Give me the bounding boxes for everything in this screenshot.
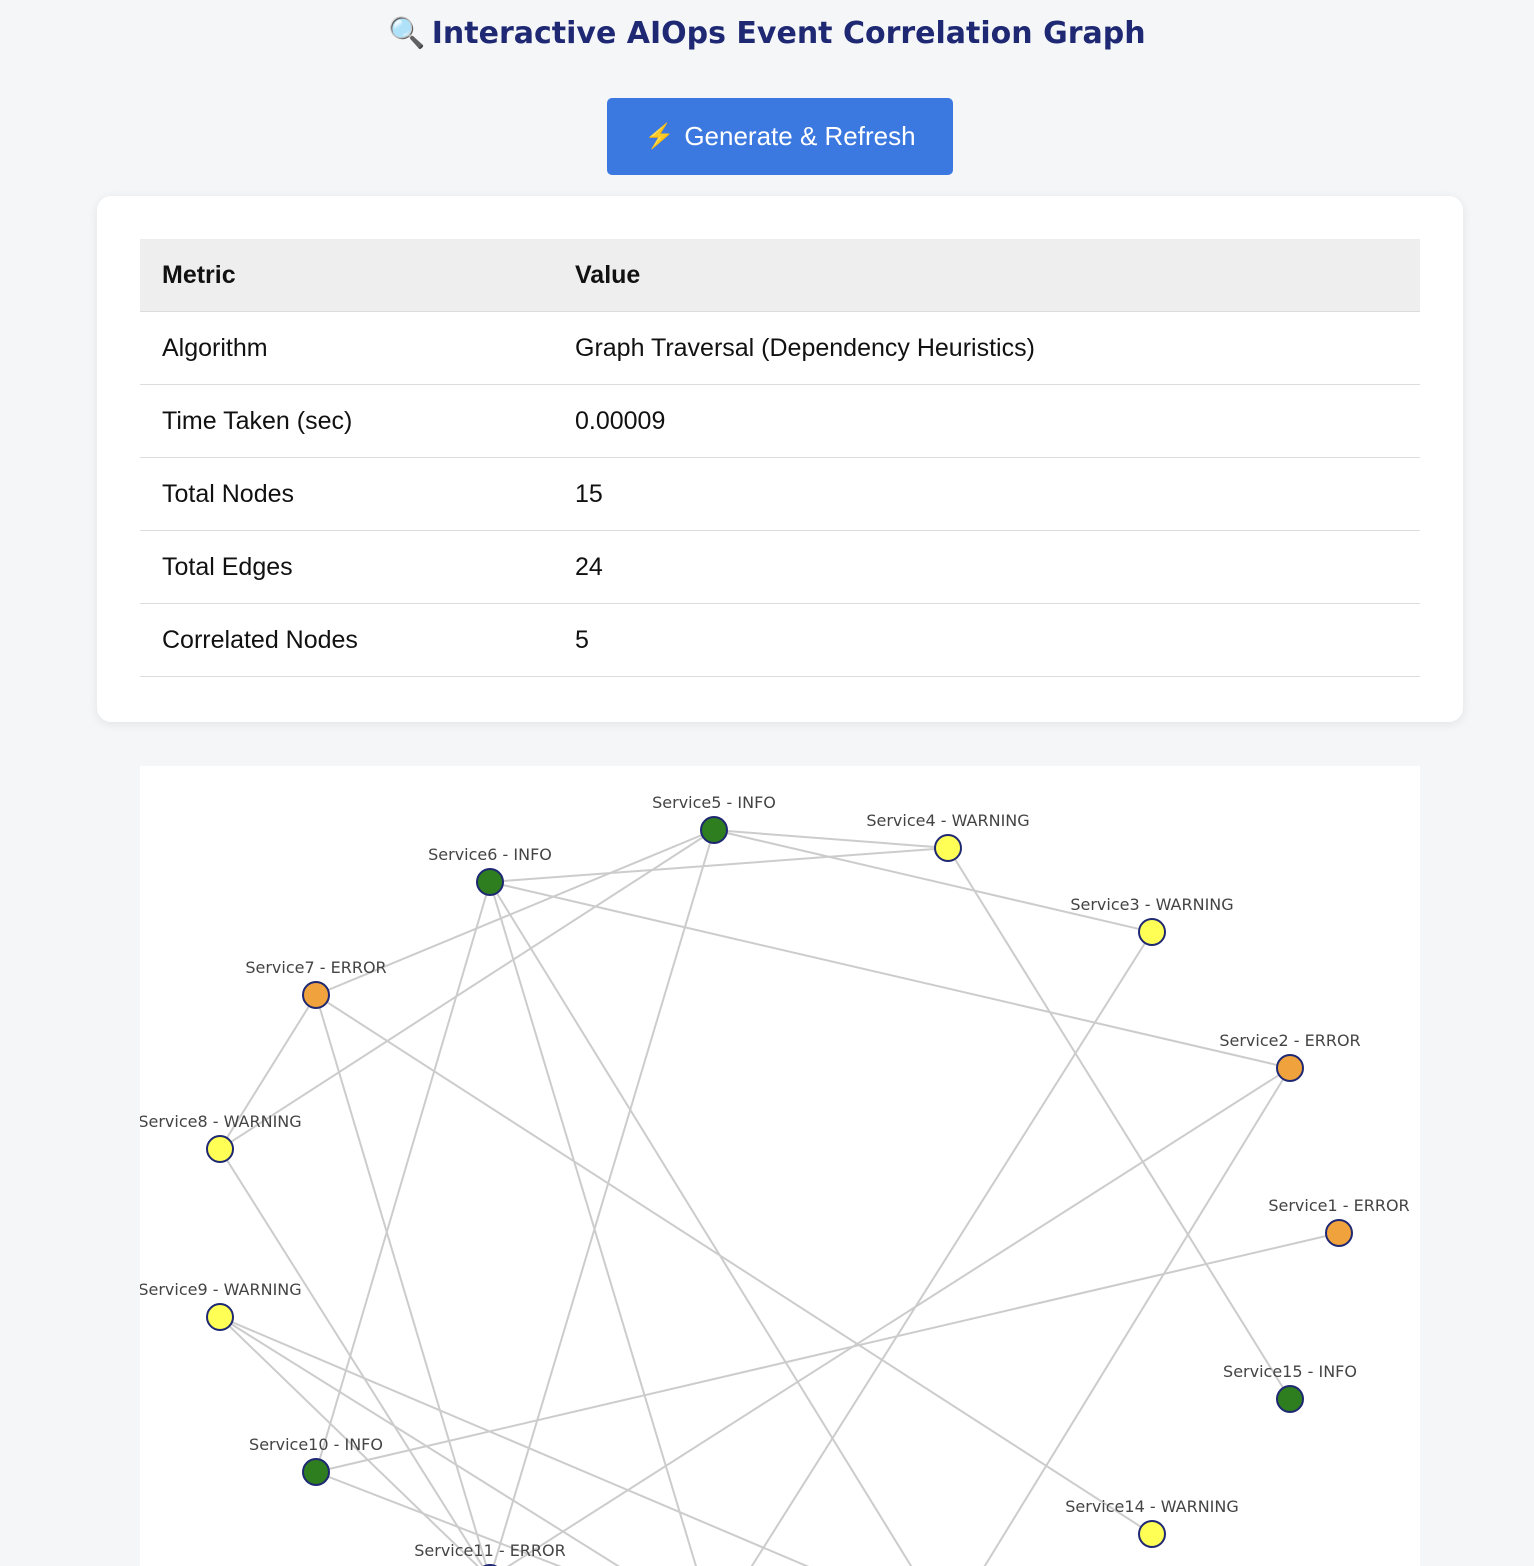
graph-node-label: Service6 - INFO — [428, 845, 552, 864]
graph-node-label: Service11 - ERROR — [414, 1541, 566, 1560]
graph-node-label: Service4 - WARNING — [866, 811, 1029, 830]
graph-node-service6[interactable] — [476, 868, 504, 896]
graph-node-label: Service15 - INFO — [1223, 1362, 1357, 1381]
table-row: Total Nodes 15 — [140, 457, 1420, 531]
correlation-graph[interactable]: Service1 - ERROR Service2 - ERROR Service3… — [140, 766, 1420, 1566]
graph-node-service15[interactable] — [1276, 1385, 1304, 1413]
graph-node-service10[interactable] — [302, 1458, 330, 1486]
graph-nodes: Service1 - ERROR Service2 - ERROR Service3… — [140, 793, 1410, 1566]
graph-edges — [219, 829, 1340, 1566]
magnifier-icon: 🔍 — [388, 16, 426, 51]
metrics-card: Metric Value Algorithm Graph Traversal (… — [97, 196, 1463, 722]
graph-node-label: Service9 - WARNING — [140, 1280, 302, 1299]
graph-edge — [315, 994, 1153, 1535]
metric-value: Graph Traversal (Dependency Heuristics) — [553, 311, 1420, 385]
graph-node-service5[interactable] — [700, 816, 728, 844]
table-row: Total Edges 24 — [140, 530, 1420, 604]
graph-edge — [506, 1067, 1291, 1566]
page-title: 🔍 Interactive AIOps Event Correlation Gra… — [0, 12, 1534, 56]
graph-node-label: Service7 - ERROR — [245, 958, 386, 977]
metric-name: Total Nodes — [140, 457, 553, 531]
metric-name: Algorithm — [140, 311, 553, 385]
graph-node-label: Service1 - ERROR — [1268, 1196, 1409, 1215]
graph-node-label: Service14 - WARNING — [1065, 1497, 1239, 1516]
page-title-text: Interactive AIOps Event Correlation Grap… — [431, 16, 1146, 51]
graph-node-service8[interactable] — [206, 1135, 234, 1163]
table-row: Correlated Nodes 5 — [140, 603, 1420, 677]
graph-node-label: Service3 - WARNING — [1070, 895, 1233, 914]
table-header-row: Metric Value — [140, 239, 1420, 312]
generate-refresh-label: Generate & Refresh — [684, 121, 916, 151]
graph-edge — [750, 931, 1153, 1566]
graph-node-label: Service8 - WARNING — [140, 1112, 302, 1131]
correlation-graph-svg[interactable]: Service1 - ERROR Service2 - ERROR Service3… — [140, 766, 1420, 1566]
graph-node-service3[interactable] — [1138, 918, 1166, 946]
metric-value: 15 — [553, 457, 1420, 531]
graph-edge — [219, 829, 715, 1150]
column-header-metric: Metric — [140, 239, 553, 312]
graph-node-label: Service10 - INFO — [249, 1435, 383, 1454]
metrics-table: Metric Value Algorithm Graph Traversal (… — [140, 239, 1420, 677]
metric-value: 0.00009 — [553, 384, 1420, 458]
graph-node-label: Service2 - ERROR — [1219, 1031, 1360, 1050]
generate-refresh-button[interactable]: ⚡ Generate & Refresh — [607, 98, 953, 175]
metric-value: 5 — [553, 603, 1420, 677]
graph-node-service9[interactable] — [206, 1303, 234, 1331]
table-row: Algorithm Graph Traversal (Dependency He… — [140, 311, 1420, 385]
graph-edge — [315, 1232, 1340, 1473]
graph-node-service7[interactable] — [302, 981, 330, 1009]
column-header-value: Value — [553, 239, 1420, 312]
metric-value: 24 — [553, 530, 1420, 604]
graph-edge — [489, 881, 913, 1566]
graph-edge — [489, 847, 949, 883]
metric-name: Correlated Nodes — [140, 603, 553, 677]
graph-node-service1[interactable] — [1325, 1219, 1353, 1247]
lightning-icon: ⚡ — [644, 123, 675, 150]
metric-name: Time Taken (sec) — [140, 384, 553, 458]
graph-node-service4[interactable] — [934, 834, 962, 862]
graph-edge — [947, 847, 1291, 1400]
graph-node-service2[interactable] — [1276, 1054, 1304, 1082]
graph-edge — [315, 994, 488, 1566]
graph-node-service14[interactable] — [1138, 1520, 1166, 1548]
graph-edge — [713, 829, 1153, 933]
table-row: Time Taken (sec) 0.00009 — [140, 384, 1420, 458]
metric-name: Total Edges — [140, 530, 553, 604]
graph-node-label: Service5 - INFO — [652, 793, 776, 812]
